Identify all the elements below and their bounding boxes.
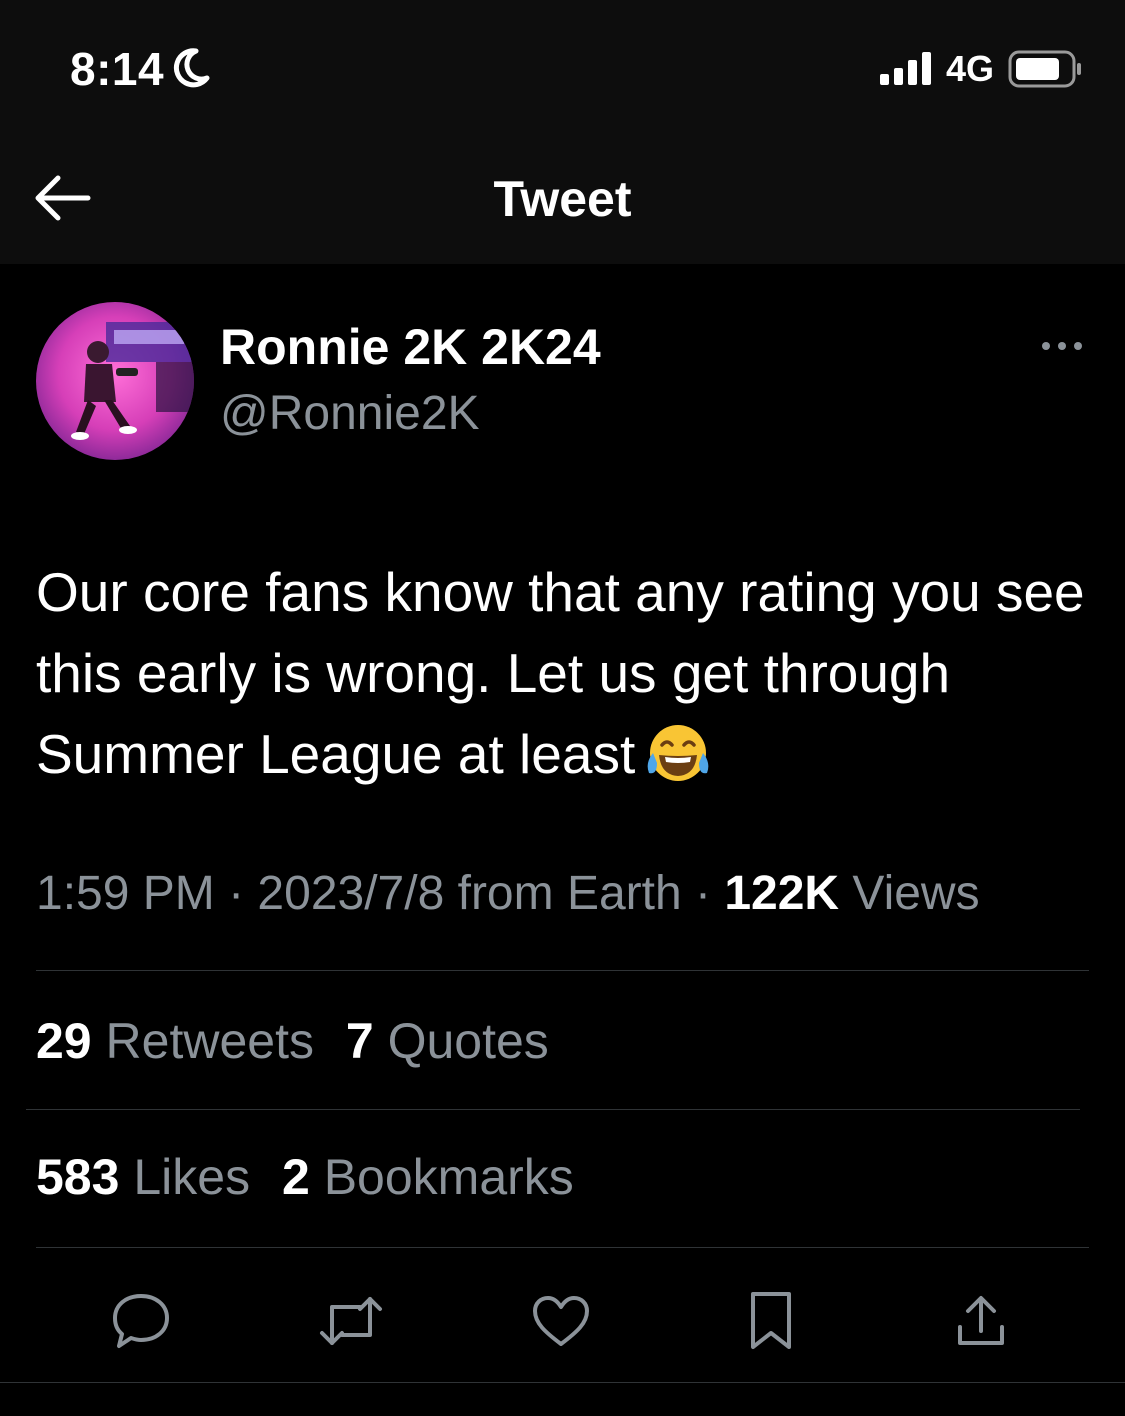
likes-label: Likes [133,1149,251,1205]
retweets-stat[interactable]: 29 Retweets [36,1013,314,1069]
tweet-time: 1:59 PM [36,867,215,920]
retweet-button[interactable] [316,1288,386,1358]
heart-icon [531,1294,591,1353]
bookmarks-stat[interactable]: 2 Bookmarks [282,1149,574,1205]
stats-row-likes: 583 Likes 2 Bookmarks [36,1148,574,1206]
bookmarks-count: 2 [281,1149,310,1205]
divider [26,1109,1080,1110]
author-name[interactable]: Ronnie 2K 2K24 [220,318,601,376]
quotes-count: 7 [345,1013,374,1069]
reply-button[interactable] [106,1288,176,1358]
quotes-stat[interactable]: 7 Quotes [346,1013,549,1069]
bookmark-button[interactable] [736,1288,806,1358]
tweet-text: Our core fans know that any rating you s… [36,552,1096,807]
signal-icon [880,52,934,91]
divider [36,1247,1089,1248]
avatar[interactable] [36,302,194,460]
battery-icon [1008,50,1084,93]
bookmarks-label: Bookmarks [323,1149,574,1205]
tweet-text-content: Our core fans know that any rating you s… [36,561,1085,785]
quotes-label: Quotes [387,1013,549,1069]
like-button[interactable] [526,1288,596,1358]
likes-stat[interactable]: 583 Likes [36,1149,250,1205]
likes-count: 583 [36,1149,120,1205]
divider [0,1382,1125,1383]
bookmark-icon [747,1290,795,1357]
divider [36,970,1089,971]
moon-icon [172,48,210,93]
tears-of-joy-emoji-icon [645,723,711,807]
reply-icon [110,1291,172,1356]
author-handle[interactable]: @Ronnie2K [220,386,480,441]
retweets-label: Retweets [105,1013,314,1069]
page-title: Tweet [493,171,632,227]
share-button[interactable] [946,1288,1016,1358]
share-icon [954,1293,1008,1354]
more-options-icon[interactable] [1040,336,1084,361]
views-label: Views [852,867,980,920]
meta-separator: · [214,867,258,920]
retweets-count: 29 [36,1013,92,1069]
stats-row-retweets: 29 Retweets 7 Quotes [36,1012,549,1070]
network-type: 4G [946,48,995,89]
retweet-icon [316,1293,386,1354]
tweet-date-source: 2023/7/8 from Earth [257,867,682,920]
status-time: 8:14 [70,43,165,95]
meta-separator: · [681,867,725,920]
tweet-meta: 1:59 PM · 2023/7/8 from Earth · 122K Vie… [36,866,980,921]
views-count: 122K [724,867,840,920]
